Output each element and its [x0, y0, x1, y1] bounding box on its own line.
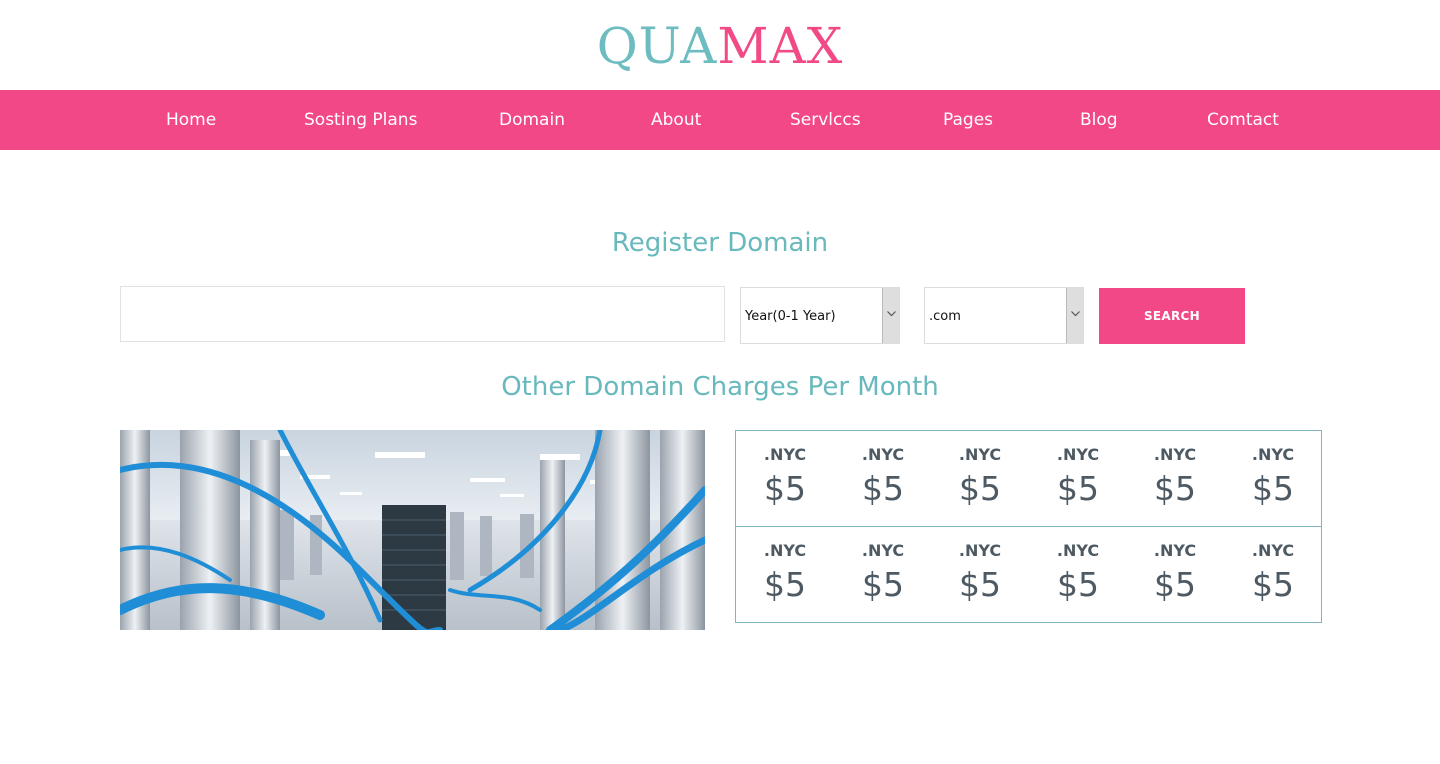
nav-item-domain[interactable]: Domain	[499, 90, 565, 150]
tld-label: .NYC	[1056, 541, 1100, 560]
price-cell: .NYC $5	[1029, 431, 1127, 527]
tld-label: .NYC	[1056, 445, 1100, 464]
tld-label: .NYC	[1153, 445, 1197, 464]
nav-item-contact[interactable]: Comtact	[1207, 90, 1279, 150]
nav-item-services[interactable]: Servlccs	[790, 90, 861, 150]
tld-label: .NYC	[958, 445, 1002, 464]
domain-price-table: .NYC $5 .NYC $5 .NYC $5 .NYC $5 .NYC $5 .NYC $…	[735, 430, 1322, 623]
search-button[interactable]: SEARCH	[1099, 288, 1245, 344]
price-value: $5	[959, 565, 1001, 604]
price-cell: .NYC $5	[834, 527, 932, 623]
tld-label: .NYC	[1251, 541, 1295, 560]
year-select-value: Year(0-1 Year)	[745, 309, 836, 324]
tld-label: .NYC	[1153, 541, 1197, 560]
site-logo[interactable]: QUAMAX	[0, 18, 1440, 74]
year-select[interactable]: Year(0-1 Year)	[740, 287, 900, 344]
price-cell: .NYC $5	[931, 431, 1029, 527]
domain-search-input[interactable]	[120, 286, 725, 342]
price-value: $5	[862, 469, 904, 508]
price-cell: .NYC $5	[1224, 431, 1322, 527]
nav-item-blog[interactable]: Blog	[1080, 90, 1118, 150]
price-cell: .NYC $5	[1029, 527, 1127, 623]
price-value: $5	[1154, 469, 1196, 508]
tld-label: .NYC	[1251, 445, 1295, 464]
tld-label: .NYC	[763, 445, 807, 464]
tld-select-arrow[interactable]	[1066, 288, 1083, 343]
logo-part-qua: QUA	[596, 17, 718, 75]
price-value: $5	[862, 565, 904, 604]
price-value: $5	[1057, 469, 1099, 508]
price-cell: .NYC $5	[736, 431, 834, 527]
price-cell: .NYC $5	[1126, 527, 1224, 623]
nav-item-about[interactable]: About	[651, 90, 701, 150]
price-cell: .NYC $5	[1126, 431, 1224, 527]
chevron-down-icon	[1071, 311, 1080, 317]
tld-label: .NYC	[958, 541, 1002, 560]
price-value: $5	[764, 469, 806, 508]
tld-label: .NYC	[861, 541, 905, 560]
price-cell: .NYC $5	[1224, 527, 1322, 623]
data-center-image	[120, 430, 705, 630]
year-select-arrow[interactable]	[882, 288, 899, 343]
price-cell: .NYC $5	[834, 431, 932, 527]
price-value: $5	[959, 469, 1001, 508]
price-value: $5	[1252, 469, 1294, 508]
price-row: .NYC $5 .NYC $5 .NYC $5 .NYC $5 .NYC $5 .NYC $…	[736, 527, 1321, 623]
price-cell: .NYC $5	[736, 527, 834, 623]
logo-part-max: MAX	[717, 17, 844, 75]
price-value: $5	[764, 565, 806, 604]
tld-select[interactable]: .com	[924, 287, 1084, 344]
nav-item-home[interactable]: Home	[166, 90, 216, 150]
price-row: .NYC $5 .NYC $5 .NYC $5 .NYC $5 .NYC $5 .NYC $…	[736, 431, 1321, 527]
nav-item-hosting-plans[interactable]: Sosting Plans	[304, 90, 417, 150]
price-value: $5	[1154, 565, 1196, 604]
tld-select-value: .com	[929, 309, 961, 324]
main-nav: Home Sosting Plans Domain About Servlccs…	[0, 90, 1440, 150]
price-value: $5	[1057, 565, 1099, 604]
nav-item-pages[interactable]: Pages	[943, 90, 993, 150]
register-domain-title: Register Domain	[611, 228, 829, 258]
tld-label: .NYC	[861, 445, 905, 464]
other-domain-charges-title: Other Domain Charges Per Month	[501, 372, 939, 402]
tld-label: .NYC	[763, 541, 807, 560]
price-cell: .NYC $5	[931, 527, 1029, 623]
chevron-down-icon	[887, 311, 896, 317]
price-value: $5	[1252, 565, 1294, 604]
